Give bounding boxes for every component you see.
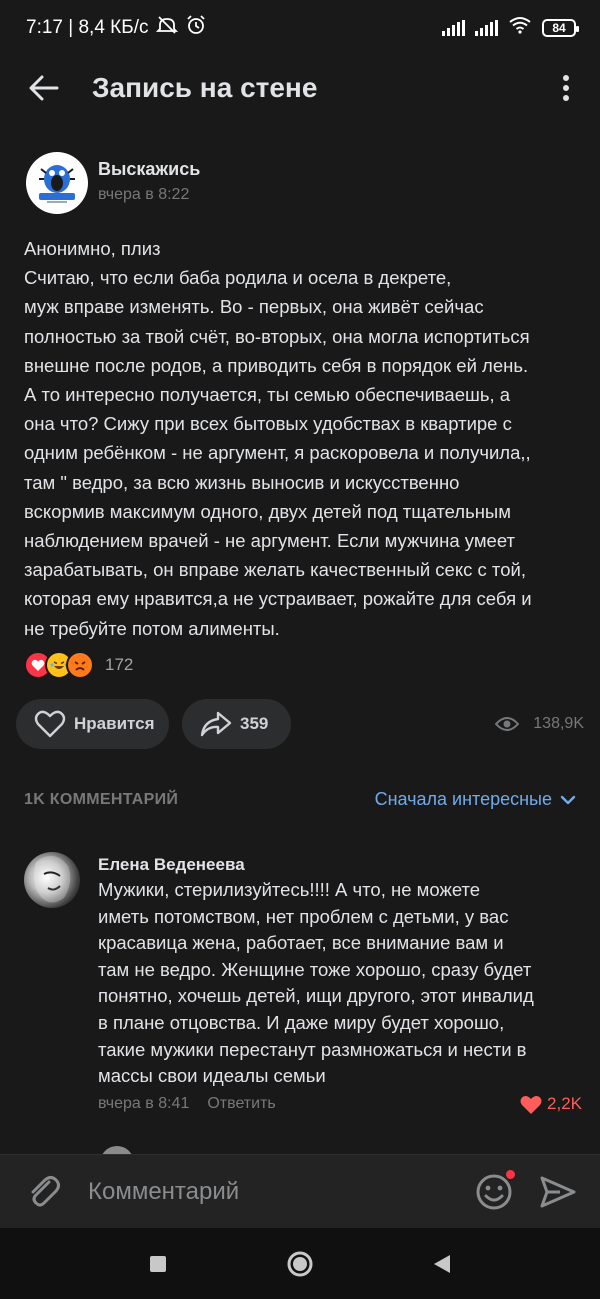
post-header: Выскажись вчера в 8:22 — [26, 152, 200, 214]
status-time: 7:17 | 8,4 КБ/с — [26, 17, 149, 38]
comments-header: 1K КОММЕНТАРИЙ Сначала интересные — [24, 789, 576, 810]
comment-input[interactable] — [88, 1171, 472, 1212]
attach-button[interactable] — [24, 1172, 64, 1212]
wifi-icon — [508, 16, 532, 40]
share-button[interactable]: 359 — [182, 699, 291, 749]
views-count: 138,9K — [533, 715, 584, 732]
reactions-summary[interactable]: 172 — [24, 651, 133, 679]
comment-item: Елена Веденеева Мужики, стерилизуйтесь!!… — [24, 852, 582, 1115]
triangle-back-icon — [434, 1254, 450, 1273]
comment-body: Елена Веденеева Мужики, стерилизуйтесь!!… — [98, 852, 582, 1115]
recents-button[interactable] — [138, 1244, 178, 1284]
back-button[interactable] — [14, 58, 74, 118]
chevron-down-icon — [560, 795, 576, 805]
comment-author[interactable]: Елена Веденеева — [98, 855, 578, 875]
paperclip-icon — [31, 1175, 60, 1206]
more-button[interactable] — [546, 58, 586, 118]
heart-filled-icon — [519, 1094, 543, 1115]
mute-icon — [156, 15, 179, 41]
avatar[interactable] — [24, 852, 80, 908]
circle-icon — [287, 1251, 313, 1276]
square-icon — [150, 1255, 166, 1272]
status-right: 84 — [442, 16, 579, 40]
comment-like-button[interactable]: 2,2K — [519, 1094, 582, 1115]
sort-label: Сначала интересные — [374, 789, 552, 809]
comment-text: Мужики, стерилизуйтесь!!!! А что, не мож… — [98, 879, 534, 1087]
page-title: Запись на стене — [92, 72, 318, 103]
group-logo-icon — [27, 153, 87, 213]
send-button[interactable] — [536, 1170, 580, 1214]
battery-icon: 84 — [542, 19, 579, 37]
system-nav-bar — [0, 1228, 600, 1299]
comment-composer — [0, 1154, 600, 1228]
heart-icon — [34, 710, 66, 738]
status-bar: 7:17 | 8,4 КБ/с 84 — [0, 0, 600, 56]
status-left: 7:17 | 8,4 КБ/с — [26, 15, 206, 41]
group-avatar[interactable] — [26, 152, 88, 214]
comment-likes-count: 2,2K — [547, 1094, 582, 1114]
comment-meta: вчера в 8:41 Ответить 2,2K — [98, 1094, 582, 1115]
reply-button[interactable]: Ответить — [207, 1095, 275, 1113]
home-button[interactable] — [280, 1244, 320, 1284]
more-vertical-icon — [563, 75, 569, 101]
comment-time: вчера в 8:41 — [98, 1095, 190, 1113]
group-name[interactable]: Выскажись — [98, 159, 200, 180]
back-arrow-icon — [29, 75, 59, 101]
signal-icon-2 — [475, 20, 498, 36]
emoji-notification-dot — [506, 1169, 515, 1179]
post-time: вчера в 8:22 — [98, 185, 190, 203]
comments-count: 1K КОММЕНТАРИЙ — [24, 790, 179, 808]
app-bar: Запись на стене — [0, 56, 600, 120]
system-back-button[interactable] — [422, 1244, 462, 1284]
share-icon — [200, 711, 232, 737]
like-label: Нравится — [74, 714, 155, 733]
views-counter: 138,9K — [495, 715, 586, 733]
post-text: Анонимно, плиз Считаю, что если баба род… — [24, 238, 532, 639]
like-button[interactable]: Нравится — [16, 699, 169, 749]
send-icon — [540, 1176, 576, 1207]
reactions-count: 172 — [105, 655, 134, 674]
group-info: Выскажись вчера в 8:22 — [98, 159, 200, 204]
share-count: 359 — [240, 714, 269, 733]
emoji-button[interactable] — [472, 1169, 516, 1214]
alarm-icon — [186, 15, 206, 41]
eye-icon — [495, 716, 520, 732]
post-actions: Нравится 359 138,9K — [16, 699, 586, 749]
angry-reaction-icon — [66, 651, 94, 679]
comments-sort-select[interactable]: Сначала интересные — [375, 789, 576, 810]
signal-icon — [442, 20, 465, 36]
